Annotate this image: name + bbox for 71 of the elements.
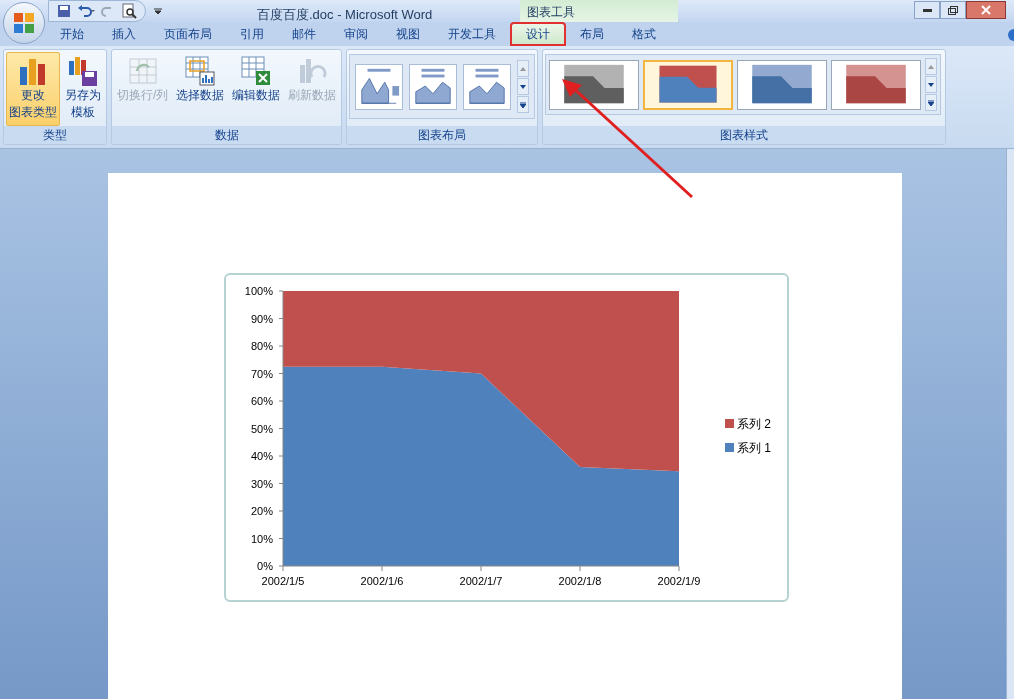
x-tick-label: 2002/1/7 [459, 575, 503, 587]
y-tick-label: 0% [257, 560, 273, 572]
ribbon-tab[interactable]: 引用 [226, 22, 278, 46]
ribbon-tab[interactable]: 开发工具 [434, 22, 510, 46]
y-tick-label: 80% [250, 340, 273, 352]
gallery-expand-button[interactable] [925, 94, 938, 111]
customize-toolbar-icon[interactable] [154, 7, 162, 15]
chart-style-thumbnail[interactable] [737, 59, 828, 110]
group-label: 类型 [4, 126, 106, 144]
y-tick-label: 40% [250, 450, 273, 462]
office-button[interactable] [3, 2, 45, 44]
up-arrow-icon [520, 66, 527, 71]
ribbon-button[interactable]: 编辑数据 [229, 52, 284, 126]
chart-style-thumbnail[interactable] [831, 59, 922, 110]
y-tick-label: 20% [250, 505, 273, 517]
table-spreadsheet-icon [240, 55, 273, 87]
y-tick-label: 30% [250, 477, 273, 490]
ribbon-tab[interactable]: 邮件 [278, 22, 330, 46]
minimize-button[interactable] [914, 1, 940, 19]
ribbon-tab[interactable]: 开始 [46, 22, 98, 46]
down-arrow-icon [928, 82, 935, 87]
chart-layout-thumbnail[interactable] [409, 63, 458, 110]
chart-frame[interactable]: 0% 10% 20% 30% 40% 50% 60% 70% 80% 90% 100% 2002/1/5 2002/1/6 2002/1/7 2002/1/8 2002/1/9 系列 2 系列 1 [224, 273, 789, 602]
ribbon-tab[interactable]: 插入 [98, 22, 150, 46]
minimize-icon [922, 8, 932, 12]
legend-label: 系列 2 [737, 417, 771, 431]
window-title: 百度百度.doc - Microsoft Word [257, 6, 433, 24]
expand-icon [928, 99, 935, 106]
y-tick-label: 70% [250, 367, 273, 380]
office-logo-icon [12, 11, 36, 35]
legend-label: 系列 1 [737, 441, 771, 455]
down-arrow-icon [520, 84, 527, 89]
restore-icon [948, 5, 958, 15]
chart-layout-thumbnail[interactable] [463, 63, 512, 110]
ribbon-tab[interactable]: 设计 [510, 22, 566, 46]
chart-style-thumbnail[interactable] [643, 59, 734, 110]
ribbon-button[interactable]: 更改 图表类型 [6, 52, 60, 126]
undo-icon[interactable] [77, 4, 95, 18]
close-icon [981, 5, 991, 15]
group-label: 图表样式 [543, 126, 946, 144]
expand-icon [520, 101, 527, 108]
scrollbar[interactable] [1006, 149, 1014, 699]
ribbon-button[interactable]: 选择数据 [173, 52, 228, 126]
group-label: 数据 [112, 126, 342, 144]
table-chart-icon [184, 55, 217, 87]
chart-style-thumbnail[interactable] [549, 59, 640, 110]
x-tick-label: 2002/1/6 [360, 575, 404, 587]
scroll-down-button[interactable] [517, 78, 530, 95]
scroll-down-button[interactable] [925, 76, 938, 93]
table-swap-icon [126, 55, 159, 87]
up-arrow-icon [928, 64, 935, 69]
ribbon-tab[interactable]: 审阅 [330, 22, 382, 46]
y-tick-label: 50% [250, 422, 273, 435]
y-tick-label: 10% [250, 532, 273, 545]
y-tick-label: 60% [250, 395, 273, 407]
maximize-button[interactable] [940, 1, 966, 19]
ribbon-button[interactable]: 另存为 模板 [62, 52, 104, 126]
x-tick-label: 2002/1/9 [657, 575, 701, 587]
group-label: 图表布局 [347, 126, 538, 144]
x-tick-label: 2002/1/8 [558, 575, 602, 587]
chart-layout-thumbnail[interactable] [355, 63, 404, 110]
ribbon-tab[interactable]: 视图 [382, 22, 434, 46]
y-tick-label: 90% [250, 312, 273, 325]
close-button[interactable] [966, 1, 1006, 19]
print-preview-icon[interactable] [121, 3, 137, 19]
x-tick-label: 2002/1/5 [261, 575, 305, 587]
ribbon-tab[interactable]: 页面布局 [150, 22, 226, 46]
chart-save-icon [67, 55, 99, 87]
y-tick-label: 100% [244, 285, 273, 297]
gallery-expand-button[interactable] [517, 96, 530, 113]
save-icon[interactable] [57, 4, 71, 18]
